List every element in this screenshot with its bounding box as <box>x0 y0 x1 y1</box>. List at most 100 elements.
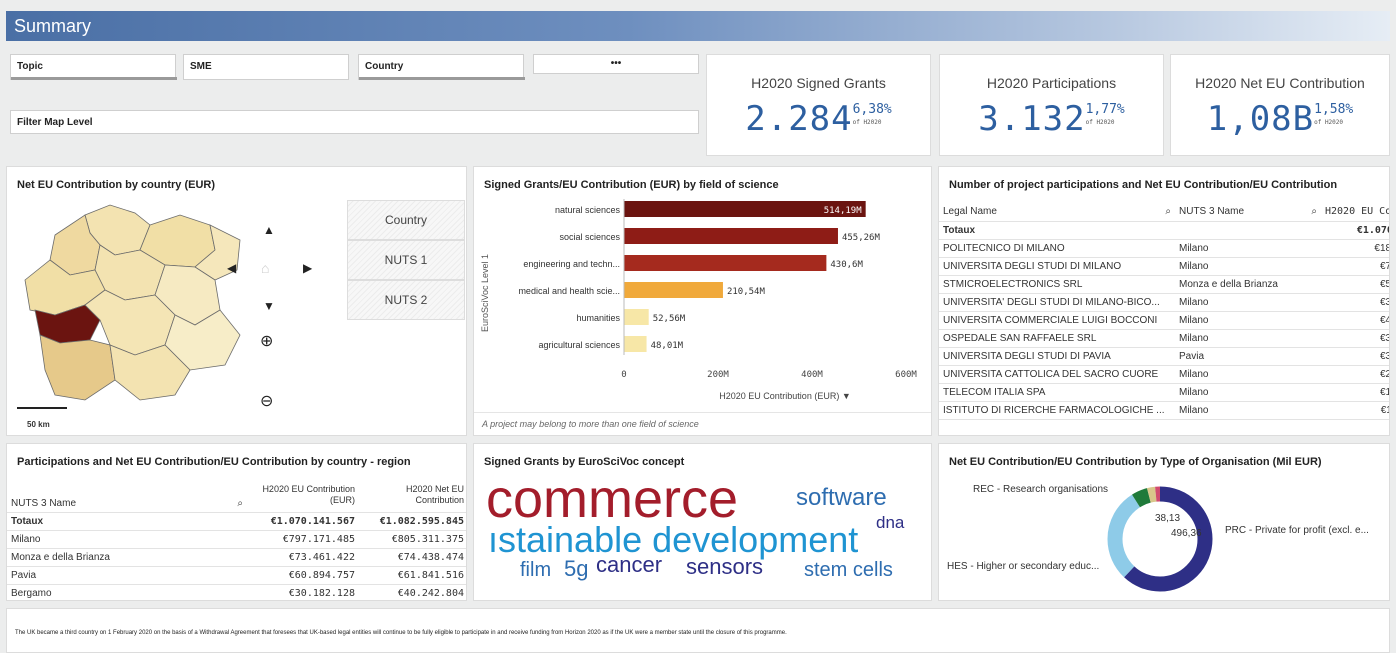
kpi-net-eu-contribution: H2020 Net EU Contribution 1,08B1,58% of H… <box>1170 54 1390 156</box>
table-row[interactable]: UNIVERSITA CATTOLICA DEL SACRO CUORE Mila… <box>939 365 1389 384</box>
map-panel-title: Net EU Contribution by country (EUR) <box>17 179 215 191</box>
more-filters-button[interactable]: ••• <box>533 54 699 74</box>
category-label: natural sciences <box>555 205 621 215</box>
cloud-word[interactable]: film <box>520 560 551 580</box>
kpi-of-label: of H2020 <box>1085 119 1115 126</box>
table-header-row: Legal Name ⌕ NUTS 3 Name ⌕ H2020 EU Co <box>939 203 1389 222</box>
cloud-word[interactable]: stem cells <box>804 560 893 580</box>
sme-filter[interactable]: SME <box>183 54 349 80</box>
table-total-row: Totaux€1.070.1 <box>939 221 1389 240</box>
x-tick-label: 400M <box>801 370 823 380</box>
table-row[interactable]: UNIVERSITA DEGLI STUDI DI PAVIAPavia€31.… <box>939 347 1389 366</box>
bar[interactable] <box>624 282 723 298</box>
category-label: social sciences <box>559 232 620 242</box>
zoom-out-icon[interactable]: ⊖ <box>260 391 273 411</box>
column-header[interactable]: NUTS 3 Name ⌕ <box>7 478 247 513</box>
bar-chart[interactable]: EuroSciVoc Level 1 natural sciences 514,19… <box>474 193 933 411</box>
participation-table: Legal Name ⌕ NUTS 3 Name ⌕ H2020 EU Co Totau… <box>939 203 1389 420</box>
column-header[interactable]: H2020 Net EU Contribution <box>359 478 466 513</box>
table-row[interactable]: STMICROELECTRONICS SRL Monza e della Bria… <box>939 275 1389 294</box>
x-tick-label: 0 <box>621 370 626 380</box>
table-row[interactable]: Pavia €60.894.757 €61.841.516 <box>7 566 466 585</box>
data-label: 455,26M <box>842 233 881 243</box>
donut-value: 496,36 <box>1171 528 1202 539</box>
kpi-title: H2020 Net EU Contribution <box>1195 75 1365 91</box>
bar-chart-note: A project may belong to more than one fi… <box>474 412 931 436</box>
kpi-signed-grants: H2020 Signed Grants 2.2846,38% of H2020 <box>706 54 931 156</box>
arrow-left-icon[interactable]: ◀ <box>227 261 236 275</box>
kpi-percent: 1,77% <box>1085 102 1125 117</box>
kpi-percent: 1,58% <box>1314 102 1354 117</box>
word-cloud-title: Signed Grants by EuroSciVoc concept <box>484 456 685 468</box>
table-row[interactable]: UNIVERSITA COMMERCIALE LUIGI BOCCONI Mila… <box>939 311 1389 330</box>
donut-label: REC - Research organisations <box>973 484 1109 495</box>
kpi-title: H2020 Signed Grants <box>751 75 886 91</box>
cloud-word[interactable]: 5g <box>564 558 588 580</box>
category-label: engineering and techn... <box>523 259 620 269</box>
home-icon[interactable]: ⌂ <box>261 260 269 276</box>
cloud-word[interactable]: cancer <box>596 554 662 576</box>
arrow-right-icon[interactable]: ▶ <box>303 261 312 275</box>
page-title: Summary <box>6 11 1390 41</box>
zoom-in-icon[interactable]: ⊕ <box>260 331 273 351</box>
map-level-nuts2-button[interactable]: NUTS 2 <box>347 280 465 320</box>
data-label: 430,6M <box>830 260 863 270</box>
column-header[interactable]: Legal Name ⌕ <box>939 203 1175 222</box>
region-map[interactable] <box>15 195 255 425</box>
kpi-title: H2020 Participations <box>986 75 1117 91</box>
region-table-panel: Participations and Net EU Contribution/E… <box>6 443 467 601</box>
column-header[interactable]: H2020 EU Contribution (EUR) <box>247 478 359 513</box>
donut-chart[interactable] <box>1105 484 1215 594</box>
data-label: 514,19M <box>824 206 863 216</box>
donut-label: HES - Higher or secondary educ... <box>947 561 1100 572</box>
cloud-word[interactable]: sensors <box>686 556 763 578</box>
table-row[interactable]: POLITECNICO DI MILANOMilano€187.3 <box>939 239 1389 258</box>
cloud-word[interactable]: ıstainable development <box>488 522 858 558</box>
table-row[interactable]: Monza e della Brianza €73.461.422 €74.438.… <box>7 548 466 567</box>
column-header[interactable]: H2020 EU Co <box>1321 203 1389 222</box>
participation-table-title: Number of project participations and Net… <box>949 179 1338 191</box>
kpi-of-label: of H2020 <box>1314 119 1344 126</box>
map-level-country-button[interactable]: Country <box>347 200 465 240</box>
country-filter[interactable]: Country <box>358 54 525 80</box>
bar[interactable] <box>624 336 647 352</box>
map-level-nuts1-button[interactable]: NUTS 1 <box>347 240 465 280</box>
search-icon[interactable]: ⌕ <box>1311 206 1317 217</box>
table-header-row: NUTS 3 Name ⌕ H2020 EU Contribution (EUR)… <box>7 478 466 513</box>
table-row[interactable]: TELECOM ITALIA SPAMilano€14.1 <box>939 383 1389 402</box>
bar[interactable] <box>624 255 827 271</box>
bar[interactable] <box>624 228 838 244</box>
arrow-up-icon[interactable]: ▲ <box>263 223 275 237</box>
x-tick-label: 200M <box>707 370 729 380</box>
column-header[interactable]: NUTS 3 Name ⌕ <box>1175 203 1321 222</box>
table-row[interactable]: UNIVERSITA DEGLI STUDI DI MILANO Milano €7… <box>939 257 1389 276</box>
table-total-row: Totaux €1.070.141.567 €1.082.595.845 <box>7 512 466 531</box>
category-label: medical and health scie... <box>518 286 620 296</box>
search-icon[interactable]: ⌕ <box>237 498 243 509</box>
table-row[interactable]: UNIVERSITA' DEGLI STUDI DI MILANO-BICO..… <box>939 293 1389 312</box>
bar-chart-panel: Signed Grants/EU Contribution (EUR) by f… <box>473 166 932 436</box>
category-label: humanities <box>576 313 620 323</box>
cloud-word[interactable]: dna <box>876 514 904 531</box>
footer-text: The UK became a third country on 1 Febru… <box>15 630 787 636</box>
arrow-down-icon[interactable]: ▼ <box>263 299 275 313</box>
cloud-word[interactable]: software <box>796 486 887 510</box>
table-row[interactable]: ISTITUTO DI RICERCHE FARMACOLOGICHE ... M… <box>939 401 1389 420</box>
data-label: 210,54M <box>727 287 766 297</box>
category-label: agricultural sciences <box>538 340 620 350</box>
table-row[interactable]: OSPEDALE SAN RAFFAELE SRLMilano€32.9 <box>939 329 1389 348</box>
topic-filter[interactable]: Topic <box>10 54 177 80</box>
word-cloud-panel: Signed Grants by EuroSciVoc concept comm… <box>473 443 932 601</box>
map-panel: Net EU Contribution by country (EUR) 50 … <box>6 166 467 436</box>
table-row[interactable]: Milano €797.171.485 €805.311.375 <box>7 530 466 549</box>
table-row[interactable]: Bergamo €30.182.128 €40.242.804 <box>7 584 466 600</box>
sme-filter-label: SME <box>190 61 212 72</box>
bar[interactable] <box>624 309 649 325</box>
country-filter-label: Country <box>365 61 404 72</box>
x-tick-label: 600M <box>895 370 917 380</box>
kpi-participations: H2020 Participations 3.1321,77% of H2020 <box>939 54 1164 156</box>
cloud-word[interactable]: commerce <box>486 472 738 526</box>
filter-map-level[interactable]: Filter Map Level <box>10 110 699 134</box>
y-axis-label: EuroSciVoc Level 1 <box>480 254 490 332</box>
search-icon[interactable]: ⌕ <box>1165 206 1171 217</box>
